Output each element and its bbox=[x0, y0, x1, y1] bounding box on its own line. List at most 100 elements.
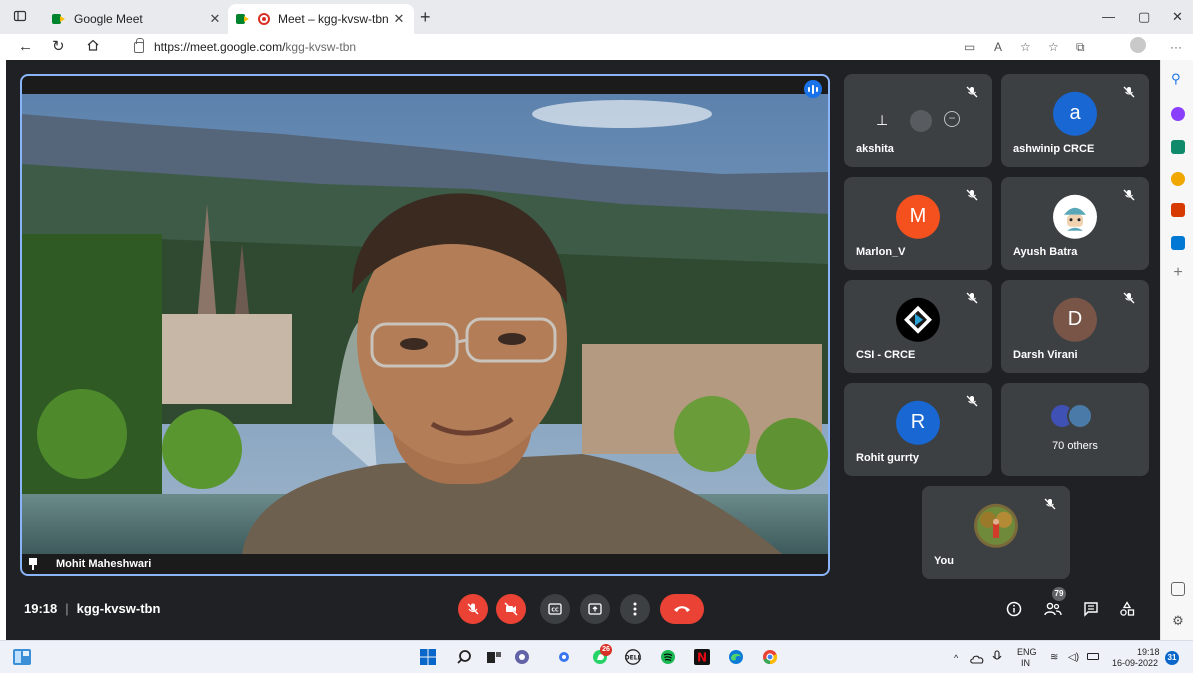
camera-toggle-button[interactable] bbox=[496, 594, 526, 624]
whatsapp-badge: 26 bbox=[600, 644, 612, 656]
info-icon bbox=[1006, 601, 1022, 617]
address-bar[interactable]: https://meet.google.com/kgg-kvsw-tbn bbox=[134, 37, 356, 56]
participant-tile[interactable]: a ashwinip CRCE bbox=[1001, 74, 1149, 167]
edge-icon[interactable] bbox=[728, 649, 744, 665]
presenter-tile[interactable]: Mohit Maheshwari bbox=[20, 74, 830, 576]
search-icon[interactable] bbox=[456, 649, 472, 665]
participant-tile[interactable]: ⊥ − akshita bbox=[844, 74, 992, 167]
people-button[interactable] bbox=[1042, 598, 1064, 620]
start-icon[interactable] bbox=[420, 649, 436, 665]
notification-badge[interactable]: 31 bbox=[1165, 651, 1179, 665]
participant-tile[interactable]: M Marlon_V bbox=[844, 177, 992, 270]
tab-meet-call[interactable]: Meet – kgg-kvsw-tbn ✕ bbox=[228, 4, 414, 34]
present-screen-button[interactable] bbox=[580, 594, 610, 624]
participant-name: Marlon_V bbox=[856, 246, 906, 258]
outlook-icon[interactable] bbox=[1171, 236, 1185, 250]
tab-close-icon[interactable]: ✕ bbox=[208, 11, 222, 27]
mic-toggle-button[interactable] bbox=[458, 594, 488, 624]
discover-icon[interactable] bbox=[1171, 107, 1185, 121]
presenter-name-label: Mohit Maheshwari bbox=[28, 558, 151, 570]
widgets-icon[interactable] bbox=[12, 647, 32, 667]
presenter-name: Mohit Maheshwari bbox=[56, 558, 152, 570]
window-close-icon[interactable]: ✕ bbox=[1172, 9, 1183, 25]
read-aloud-icon[interactable]: A bbox=[994, 39, 1002, 55]
participant-name: ashwinip CRCE bbox=[1013, 143, 1095, 155]
captions-button[interactable]: CC bbox=[540, 594, 570, 624]
clock-date[interactable]: 16-09-2022 bbox=[1112, 658, 1158, 668]
leave-call-button[interactable] bbox=[660, 594, 704, 624]
volume-icon[interactable]: ◁) bbox=[1068, 653, 1079, 663]
back-icon[interactable]: ← bbox=[18, 38, 33, 56]
participant-tile[interactable]: D Darsh Virani bbox=[1001, 280, 1149, 373]
show-hidden-icons-icon[interactable]: ^ bbox=[954, 653, 958, 663]
tab-google-meet[interactable]: Google Meet ✕ bbox=[44, 4, 230, 34]
svg-text:CC: CC bbox=[551, 608, 559, 614]
svg-text:DELL: DELL bbox=[625, 655, 642, 662]
tab-close-icon[interactable]: ✕ bbox=[392, 11, 406, 27]
participant-tile[interactable]: R Rohit gurrty bbox=[844, 383, 992, 476]
app-available-icon[interactable]: ▭ bbox=[964, 39, 975, 55]
meet-call-area: Mohit Maheshwari ⊥ − akshita a ashwinip … bbox=[6, 60, 1160, 640]
tab-actions-icon[interactable] bbox=[12, 9, 28, 25]
settings-icon[interactable]: ⚙ bbox=[1171, 614, 1185, 628]
clock-time[interactable]: 19:18 bbox=[1137, 647, 1160, 657]
hide-sidebar-icon[interactable] bbox=[1171, 582, 1185, 596]
divider: | bbox=[65, 601, 69, 616]
avatar: D bbox=[1053, 297, 1097, 342]
teams-chat-icon[interactable] bbox=[514, 649, 530, 665]
mic-off-icon bbox=[467, 603, 479, 615]
netflix-icon[interactable]: N bbox=[694, 649, 710, 665]
lock-icon bbox=[134, 37, 144, 53]
chat-button[interactable] bbox=[1080, 598, 1102, 620]
search-icon[interactable]: ⚲ bbox=[1171, 72, 1185, 86]
mic-off-icon bbox=[966, 292, 978, 304]
participant-name: Rohit gurrty bbox=[856, 452, 919, 464]
dell-icon[interactable]: DELL bbox=[624, 649, 642, 665]
self-tile[interactable]: You bbox=[922, 486, 1070, 579]
others-tile[interactable]: 70 others bbox=[1001, 383, 1149, 476]
add-icon[interactable]: + bbox=[1171, 265, 1185, 281]
mic-off-icon bbox=[966, 86, 978, 98]
avatar bbox=[1067, 403, 1093, 429]
avatar: R bbox=[896, 400, 940, 445]
pin-icon[interactable]: ⊥ bbox=[876, 112, 888, 129]
mic-off-icon bbox=[966, 395, 978, 407]
participant-tile[interactable]: CSI - CRCE bbox=[844, 280, 992, 373]
tools-icon[interactable] bbox=[1171, 172, 1185, 186]
office-icon[interactable] bbox=[1171, 203, 1185, 217]
microphone-icon[interactable] bbox=[992, 650, 1008, 666]
more-options-button[interactable] bbox=[620, 594, 650, 624]
favorites-icon[interactable]: ☆ bbox=[1048, 39, 1059, 55]
remove-icon[interactable]: − bbox=[944, 111, 960, 127]
onedrive-icon[interactable] bbox=[970, 651, 986, 667]
tab-title: Google Meet bbox=[74, 12, 143, 26]
present-icon bbox=[588, 603, 602, 615]
home-icon[interactable] bbox=[86, 38, 100, 57]
others-label: 70 others bbox=[1052, 440, 1098, 452]
add-favorite-icon[interactable]: ☆ bbox=[1020, 39, 1031, 55]
refresh-icon[interactable]: ↻ bbox=[52, 38, 65, 56]
shopping-icon[interactable] bbox=[1171, 140, 1185, 154]
wifi-icon[interactable]: ≋ bbox=[1050, 653, 1058, 663]
collections-icon[interactable]: ⧉ bbox=[1076, 39, 1085, 55]
signal-icon[interactable] bbox=[556, 649, 572, 665]
more-options-icon[interactable]: ··· bbox=[1170, 39, 1182, 55]
activities-button[interactable] bbox=[1116, 598, 1138, 620]
restore-icon[interactable]: ▢ bbox=[1138, 9, 1150, 25]
participant-name: Ayush Batra bbox=[1013, 246, 1078, 258]
new-tab-icon[interactable]: + bbox=[420, 8, 431, 26]
battery-icon[interactable] bbox=[1087, 653, 1099, 660]
spotify-icon[interactable] bbox=[660, 649, 676, 665]
mic-off-icon[interactable] bbox=[910, 110, 932, 132]
participant-tile[interactable]: Ayush Batra bbox=[1001, 177, 1149, 270]
region-label[interactable]: IN bbox=[1021, 658, 1030, 668]
task-view-icon[interactable] bbox=[486, 649, 502, 665]
language-label[interactable]: ENG bbox=[1017, 647, 1037, 657]
meeting-details-button[interactable] bbox=[1003, 598, 1025, 620]
mic-off-icon bbox=[1044, 498, 1056, 510]
minimize-icon[interactable]: — bbox=[1102, 9, 1115, 24]
chat-icon bbox=[1084, 602, 1098, 617]
chrome-icon[interactable] bbox=[762, 649, 778, 665]
svg-text:N: N bbox=[697, 651, 707, 665]
profile-avatar[interactable] bbox=[1130, 37, 1146, 53]
